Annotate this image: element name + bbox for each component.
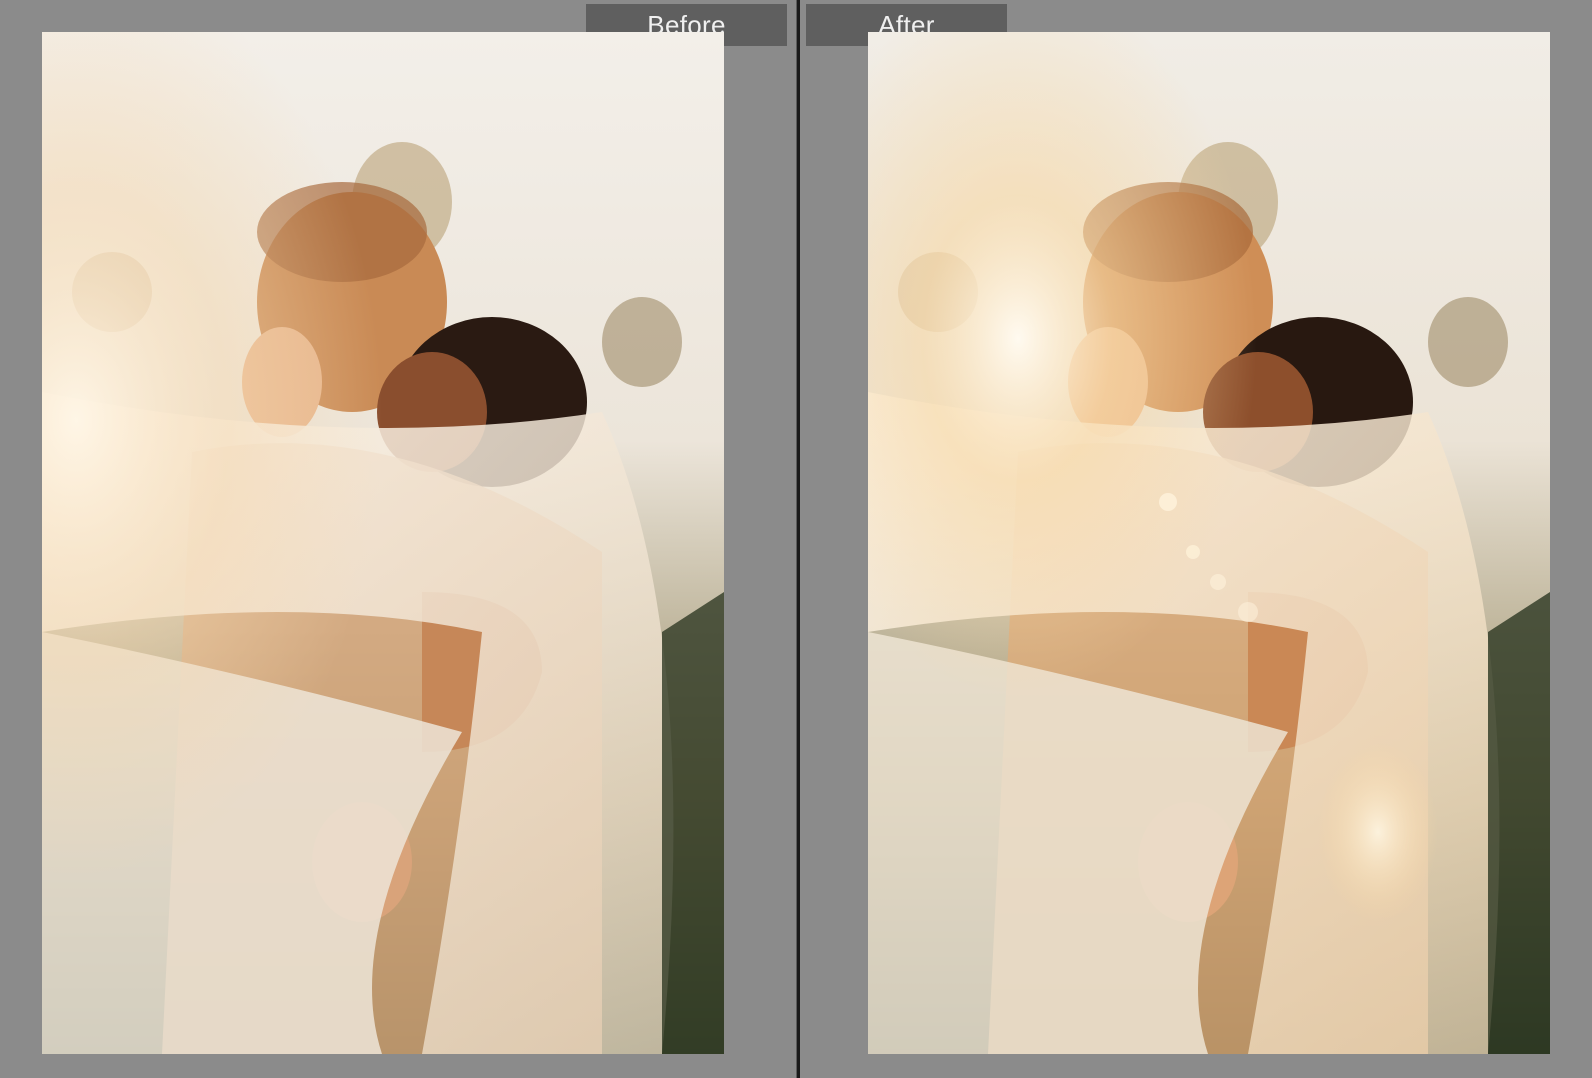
before-after-viewer: Before After xyxy=(0,0,1592,1078)
before-photo xyxy=(42,32,724,1054)
after-photo xyxy=(868,32,1550,1054)
after-pane: After xyxy=(800,0,1592,1078)
before-pane: Before xyxy=(0,0,796,1078)
